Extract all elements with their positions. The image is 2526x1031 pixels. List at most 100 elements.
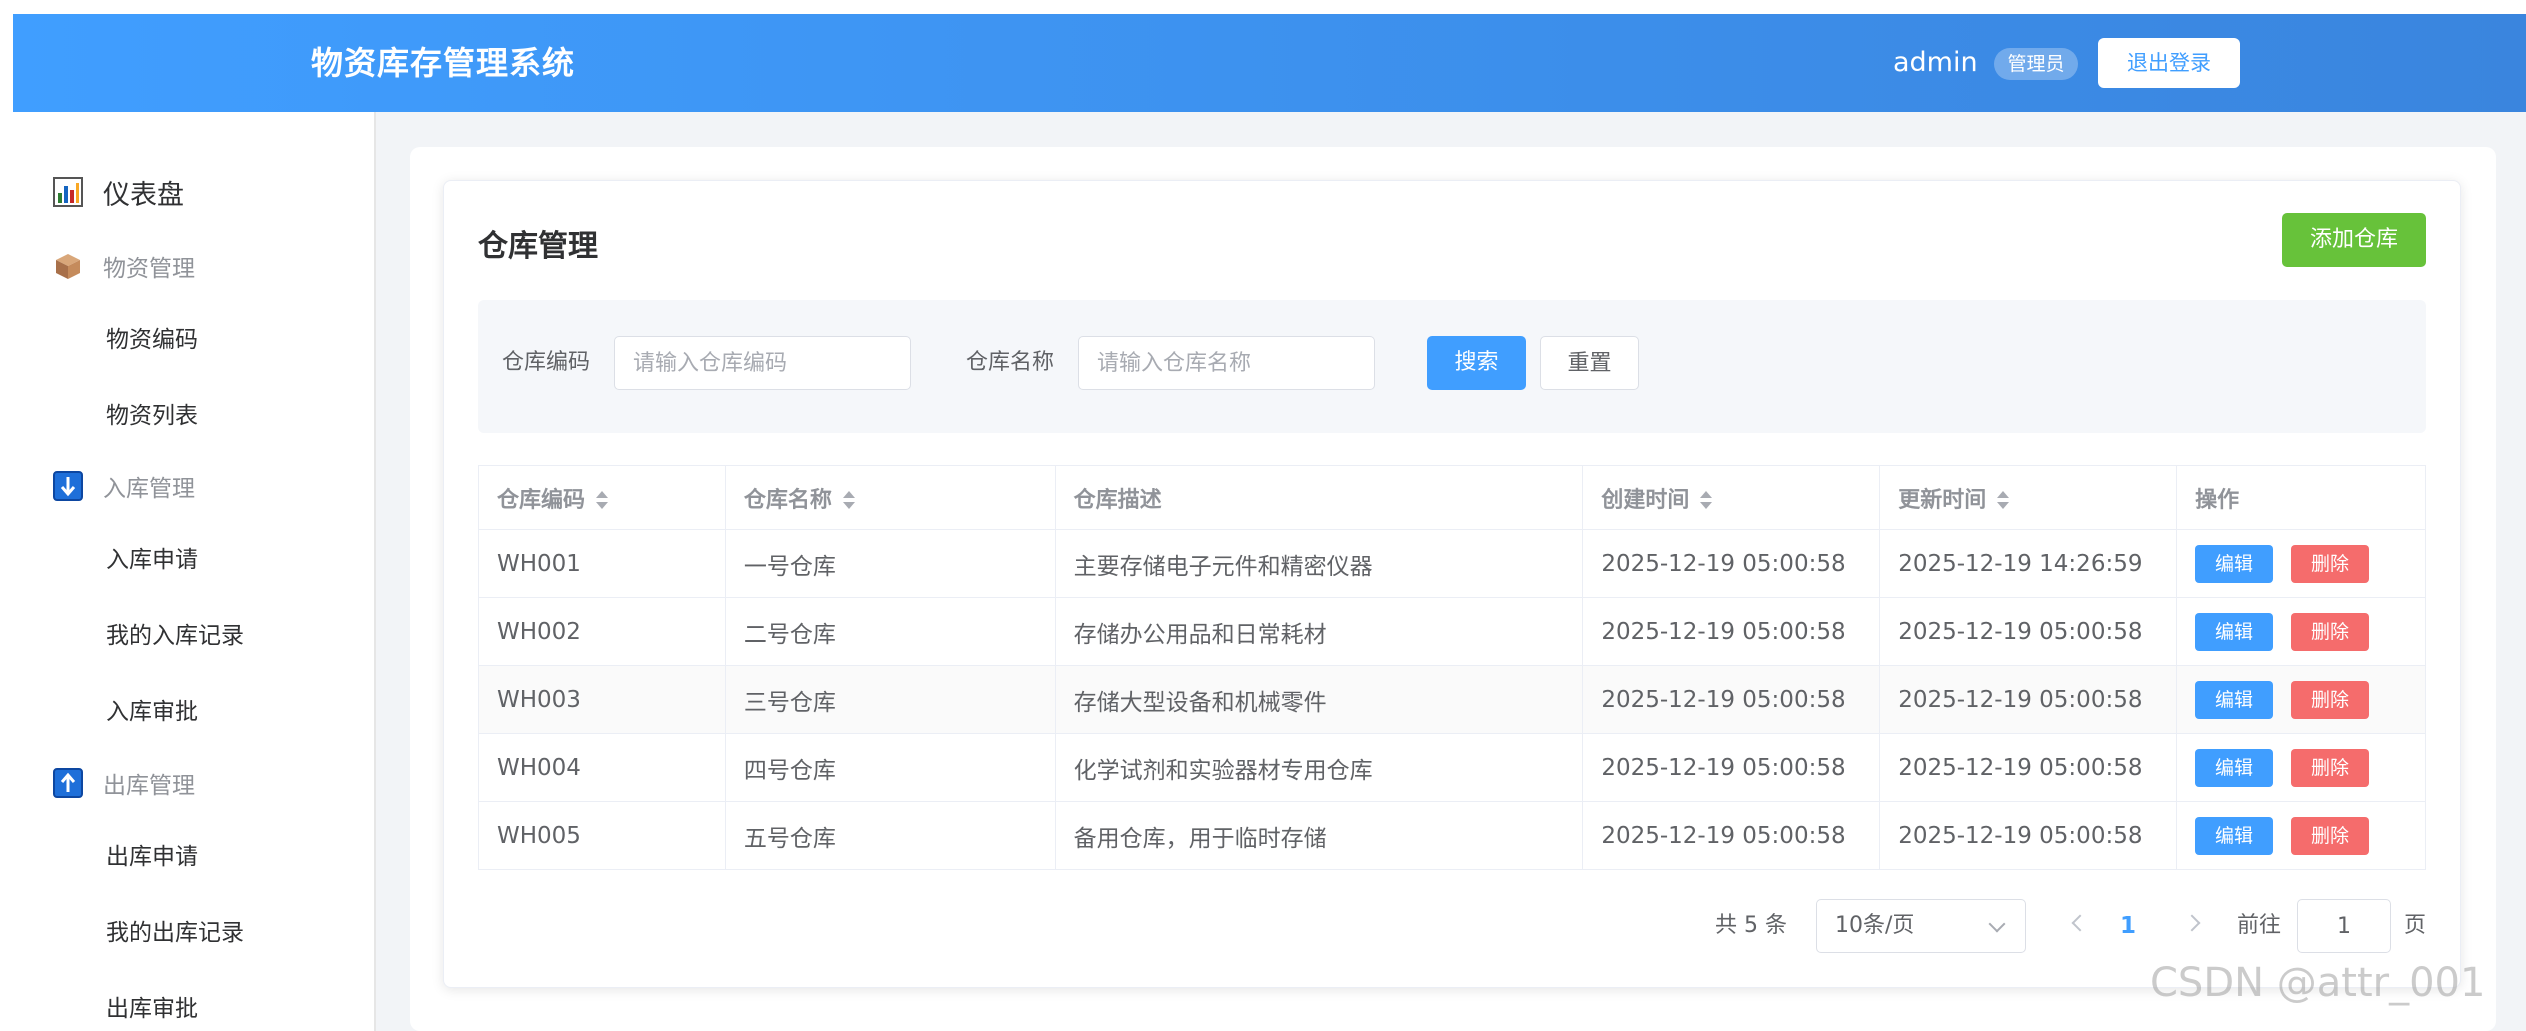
username: admin bbox=[1893, 47, 1978, 78]
cell-actions: 编辑 删除 bbox=[2176, 597, 2426, 666]
column-header-updated[interactable]: 更新时间 bbox=[1879, 465, 2178, 530]
sidebar-group-inbound[interactable]: 入库管理 bbox=[13, 456, 374, 516]
edit-button[interactable]: 编辑 bbox=[2195, 544, 2274, 583]
cell-name: 三号仓库 bbox=[724, 665, 1056, 734]
table-row: WH001 一号仓库 主要存储电子元件和精密仪器 2025-12-19 05:0… bbox=[478, 529, 2426, 598]
cell-created: 2025-12-19 05:00:58 bbox=[1582, 529, 1881, 598]
page-size-select[interactable]: 10条/页 bbox=[1816, 899, 2026, 953]
cell-name: 五号仓库 bbox=[724, 801, 1056, 870]
cell-actions: 编辑 删除 bbox=[2176, 529, 2426, 598]
page-title: 仓库管理 bbox=[478, 229, 598, 264]
page-size-value: 10条/页 bbox=[1835, 913, 1915, 938]
sidebar-item-label: 入库管理 bbox=[103, 476, 195, 502]
table-row: WH003 三号仓库 存储大型设备和机械零件 2025-12-19 05:00:… bbox=[478, 665, 2426, 734]
delete-button[interactable]: 删除 bbox=[2291, 544, 2370, 583]
cell-desc: 存储办公用品和日常耗材 bbox=[1054, 597, 1584, 666]
sidebar-item-outbound-request[interactable]: 出库申请 bbox=[13, 824, 374, 884]
sidebar-group-materials[interactable]: 物资管理 bbox=[13, 236, 374, 296]
sort-icon[interactable] bbox=[1699, 490, 1713, 511]
add-warehouse-button[interactable]: 添加仓库 bbox=[2282, 213, 2426, 267]
cell-name: 一号仓库 bbox=[724, 529, 1056, 598]
current-page-number[interactable]: 1 bbox=[2120, 899, 2136, 953]
goto-label: 前往 bbox=[2237, 913, 2282, 938]
sidebar-item-label: 出库管理 bbox=[103, 773, 195, 799]
cell-created: 2025-12-19 05:00:58 bbox=[1582, 597, 1881, 666]
code-search-input[interactable] bbox=[614, 336, 911, 390]
sidebar-item-label: 出库审批 bbox=[106, 996, 198, 1022]
edit-button[interactable]: 编辑 bbox=[2195, 680, 2274, 719]
top-header: 物资库存管理系统 admin 管理员 退出登录 bbox=[13, 14, 2526, 112]
sidebar-item-label: 物资列表 bbox=[106, 403, 198, 429]
delete-button[interactable]: 删除 bbox=[2291, 816, 2370, 855]
edit-button[interactable]: 编辑 bbox=[2195, 612, 2274, 651]
cell-created: 2025-12-19 05:00:58 bbox=[1582, 733, 1881, 802]
delete-button[interactable]: 删除 bbox=[2291, 680, 2370, 719]
sort-icon[interactable] bbox=[842, 490, 856, 511]
role-badge: 管理员 bbox=[1994, 48, 2078, 80]
edit-button[interactable]: 编辑 bbox=[2195, 816, 2274, 855]
watermark: CSDN @attr_001 bbox=[2150, 960, 2486, 1006]
cell-updated: 2025-12-19 05:00:58 bbox=[1879, 597, 2178, 666]
sort-icon[interactable] bbox=[1996, 490, 2010, 511]
bar-chart-icon bbox=[53, 177, 83, 207]
page-suffix: 页 bbox=[2404, 913, 2427, 938]
cell-created: 2025-12-19 05:00:58 bbox=[1582, 801, 1881, 870]
cell-code: WH001 bbox=[478, 529, 726, 598]
column-header-created[interactable]: 创建时间 bbox=[1582, 465, 1881, 530]
sidebar-item-inbound-request[interactable]: 入库申请 bbox=[13, 527, 374, 587]
warehouse-table: 仓库编码 仓库名称 仓库描述 创建时间 更新时间 操作 WH001 一号仓库 主… bbox=[478, 465, 2426, 870]
chevron-down-icon bbox=[1988, 915, 2006, 933]
cell-updated: 2025-12-19 05:00:58 bbox=[1879, 665, 2178, 734]
name-search-input[interactable] bbox=[1078, 336, 1375, 390]
delete-button[interactable]: 删除 bbox=[2291, 612, 2370, 651]
cell-desc: 化学试剂和实验器材专用仓库 bbox=[1054, 733, 1584, 802]
table-row: WH002 二号仓库 存储办公用品和日常耗材 2025-12-19 05:00:… bbox=[478, 597, 2426, 666]
pagination-total: 共 5 条 bbox=[1715, 913, 1787, 938]
cell-updated: 2025-12-19 14:26:59 bbox=[1879, 529, 2178, 598]
sidebar-item-label: 我的入库记录 bbox=[106, 623, 244, 649]
column-header-code[interactable]: 仓库编码 bbox=[478, 465, 726, 530]
sidebar-item-my-inbound-records[interactable]: 我的入库记录 bbox=[13, 603, 374, 663]
table-header-row: 仓库编码 仓库名称 仓库描述 创建时间 更新时间 操作 bbox=[478, 465, 2426, 530]
sidebar-item-material-list[interactable]: 物资列表 bbox=[13, 383, 374, 443]
delete-button[interactable]: 删除 bbox=[2291, 748, 2370, 787]
search-button[interactable]: 搜索 bbox=[1427, 336, 1526, 390]
sidebar-group-outbound[interactable]: 出库管理 bbox=[13, 753, 374, 813]
cell-code: WH002 bbox=[478, 597, 726, 666]
sidebar-item-inbound-approval[interactable]: 入库审批 bbox=[13, 679, 374, 739]
logout-button[interactable]: 退出登录 bbox=[2098, 38, 2240, 88]
sidebar-item-label: 出库申请 bbox=[106, 844, 198, 870]
column-header-name[interactable]: 仓库名称 bbox=[724, 465, 1056, 530]
edit-button[interactable]: 编辑 bbox=[2195, 748, 2274, 787]
cell-name: 四号仓库 bbox=[724, 733, 1056, 802]
cell-created: 2025-12-19 05:00:58 bbox=[1582, 665, 1881, 734]
sidebar-item-material-codes[interactable]: 物资编码 bbox=[13, 307, 374, 367]
cell-actions: 编辑 删除 bbox=[2176, 801, 2426, 870]
sidebar-item-outbound-approval[interactable]: 出库审批 bbox=[13, 976, 374, 1031]
cell-updated: 2025-12-19 05:00:58 bbox=[1879, 801, 2178, 870]
goto-page-input[interactable] bbox=[2297, 899, 2391, 953]
sidebar-item-label: 入库申请 bbox=[106, 547, 198, 573]
next-page-icon[interactable] bbox=[2183, 914, 2201, 932]
cell-code: WH004 bbox=[478, 733, 726, 802]
table-row: WH005 五号仓库 备用仓库，用于临时存储 2025-12-19 05:00:… bbox=[478, 801, 2426, 870]
prev-page-icon[interactable] bbox=[2071, 914, 2089, 932]
sidebar-item-label: 入库审批 bbox=[106, 699, 198, 725]
cell-actions: 编辑 删除 bbox=[2176, 733, 2426, 802]
cell-desc: 主要存储电子元件和精密仪器 bbox=[1054, 529, 1584, 598]
sidebar-item-dashboard[interactable]: 仪表盘 bbox=[13, 162, 374, 222]
cell-code: WH005 bbox=[478, 801, 726, 870]
search-form: 仓库编码 仓库名称 搜索 重置 bbox=[478, 300, 2426, 433]
sidebar-item-my-outbound-records[interactable]: 我的出库记录 bbox=[13, 900, 374, 960]
cell-name: 二号仓库 bbox=[724, 597, 1056, 666]
cell-desc: 备用仓库，用于临时存储 bbox=[1054, 801, 1584, 870]
sort-icon[interactable] bbox=[595, 490, 609, 511]
sidebar-item-label: 物资管理 bbox=[103, 256, 195, 282]
up-arrow-icon bbox=[53, 768, 83, 798]
warehouse-card: 仓库管理 添加仓库 仓库编码 仓库名称 搜索 重置 仓库编码 仓库名称 仓库描述… bbox=[443, 180, 2461, 988]
code-label: 仓库编码 bbox=[502, 350, 591, 375]
name-label: 仓库名称 bbox=[966, 350, 1055, 375]
app-title: 物资库存管理系统 bbox=[311, 44, 576, 82]
box-icon bbox=[53, 251, 83, 281]
reset-button[interactable]: 重置 bbox=[1540, 336, 1639, 390]
